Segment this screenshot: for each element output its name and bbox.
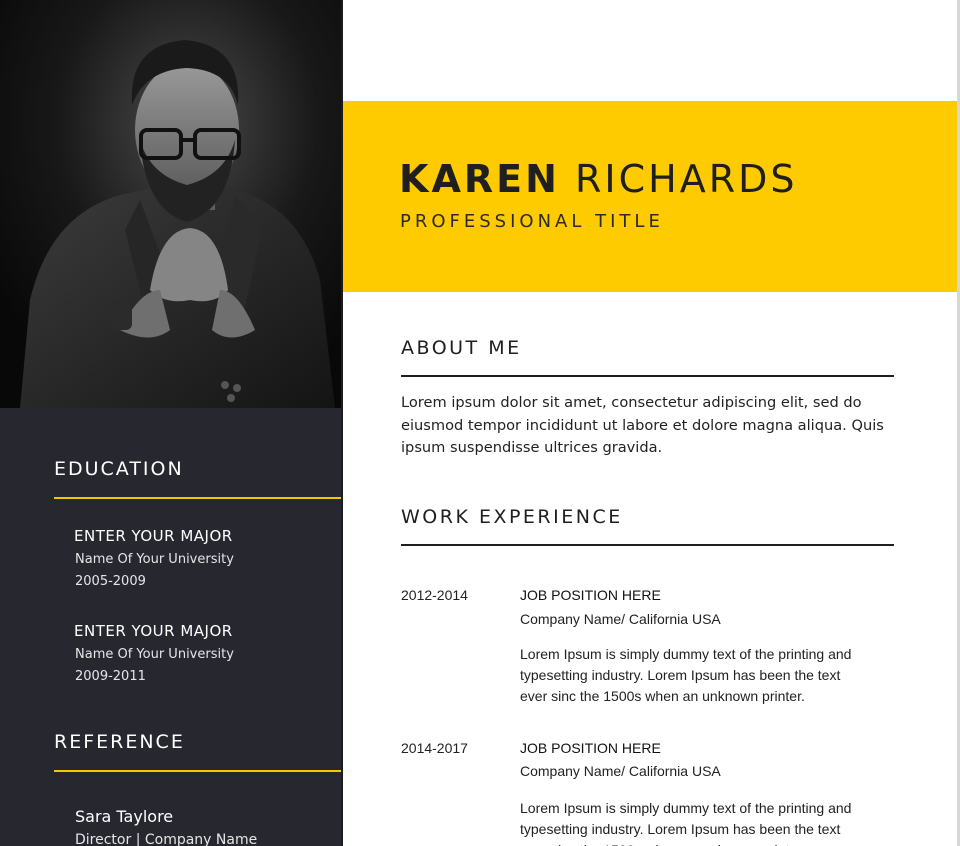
professional-title: PROFESSIONAL TITLE (400, 211, 664, 232)
education-years-1: 2005-2009 (75, 574, 146, 589)
full-name: KAREN RICHARDS (399, 157, 797, 201)
job-years-1: 2012-2014 (401, 587, 468, 603)
reference-rule (54, 770, 341, 772)
job-description-2: Lorem Ipsum is simply dummy text of the … (520, 800, 852, 846)
education-years-2: 2009-2011 (75, 669, 146, 684)
about-rule (401, 375, 894, 377)
education-university-1: Name Of Your University (75, 552, 234, 567)
about-heading: ABOUT ME (401, 337, 522, 359)
resume-page: EDUCATION ENTER YOUR MAJOR Name Of Your … (0, 0, 960, 846)
reference-role: Director | Company Name (75, 832, 258, 846)
education-heading: EDUCATION (54, 458, 184, 480)
job-description-1: Lorem Ipsum is simply dummy text of the … (520, 646, 852, 704)
about-text: Lorem ipsum dolor sit amet, consectetur … (401, 394, 884, 456)
job-years-2: 2014-2017 (401, 740, 468, 756)
work-heading: WORK EXPERIENCE (401, 506, 623, 528)
education-major-2: ENTER YOUR MAJOR (74, 622, 233, 640)
profile-photo (0, 0, 341, 408)
education-rule (54, 497, 341, 499)
work-rule (401, 544, 894, 546)
portrait-illustration (0, 0, 341, 408)
job-company-2: Company Name/ California USA (520, 763, 721, 779)
education-university-2: Name Of Your University (75, 647, 234, 662)
first-name: KAREN (399, 157, 560, 201)
job-company-1: Company Name/ California USA (520, 611, 721, 627)
education-major-1: ENTER YOUR MAJOR (74, 527, 233, 545)
job-position-2: JOB POSITION HERE (520, 740, 661, 756)
job-position-1: JOB POSITION HERE (520, 587, 661, 603)
reference-name: Sara Taylore (75, 807, 174, 826)
last-name: RICHARDS (574, 157, 798, 201)
reference-heading: REFERENCE (54, 731, 185, 753)
